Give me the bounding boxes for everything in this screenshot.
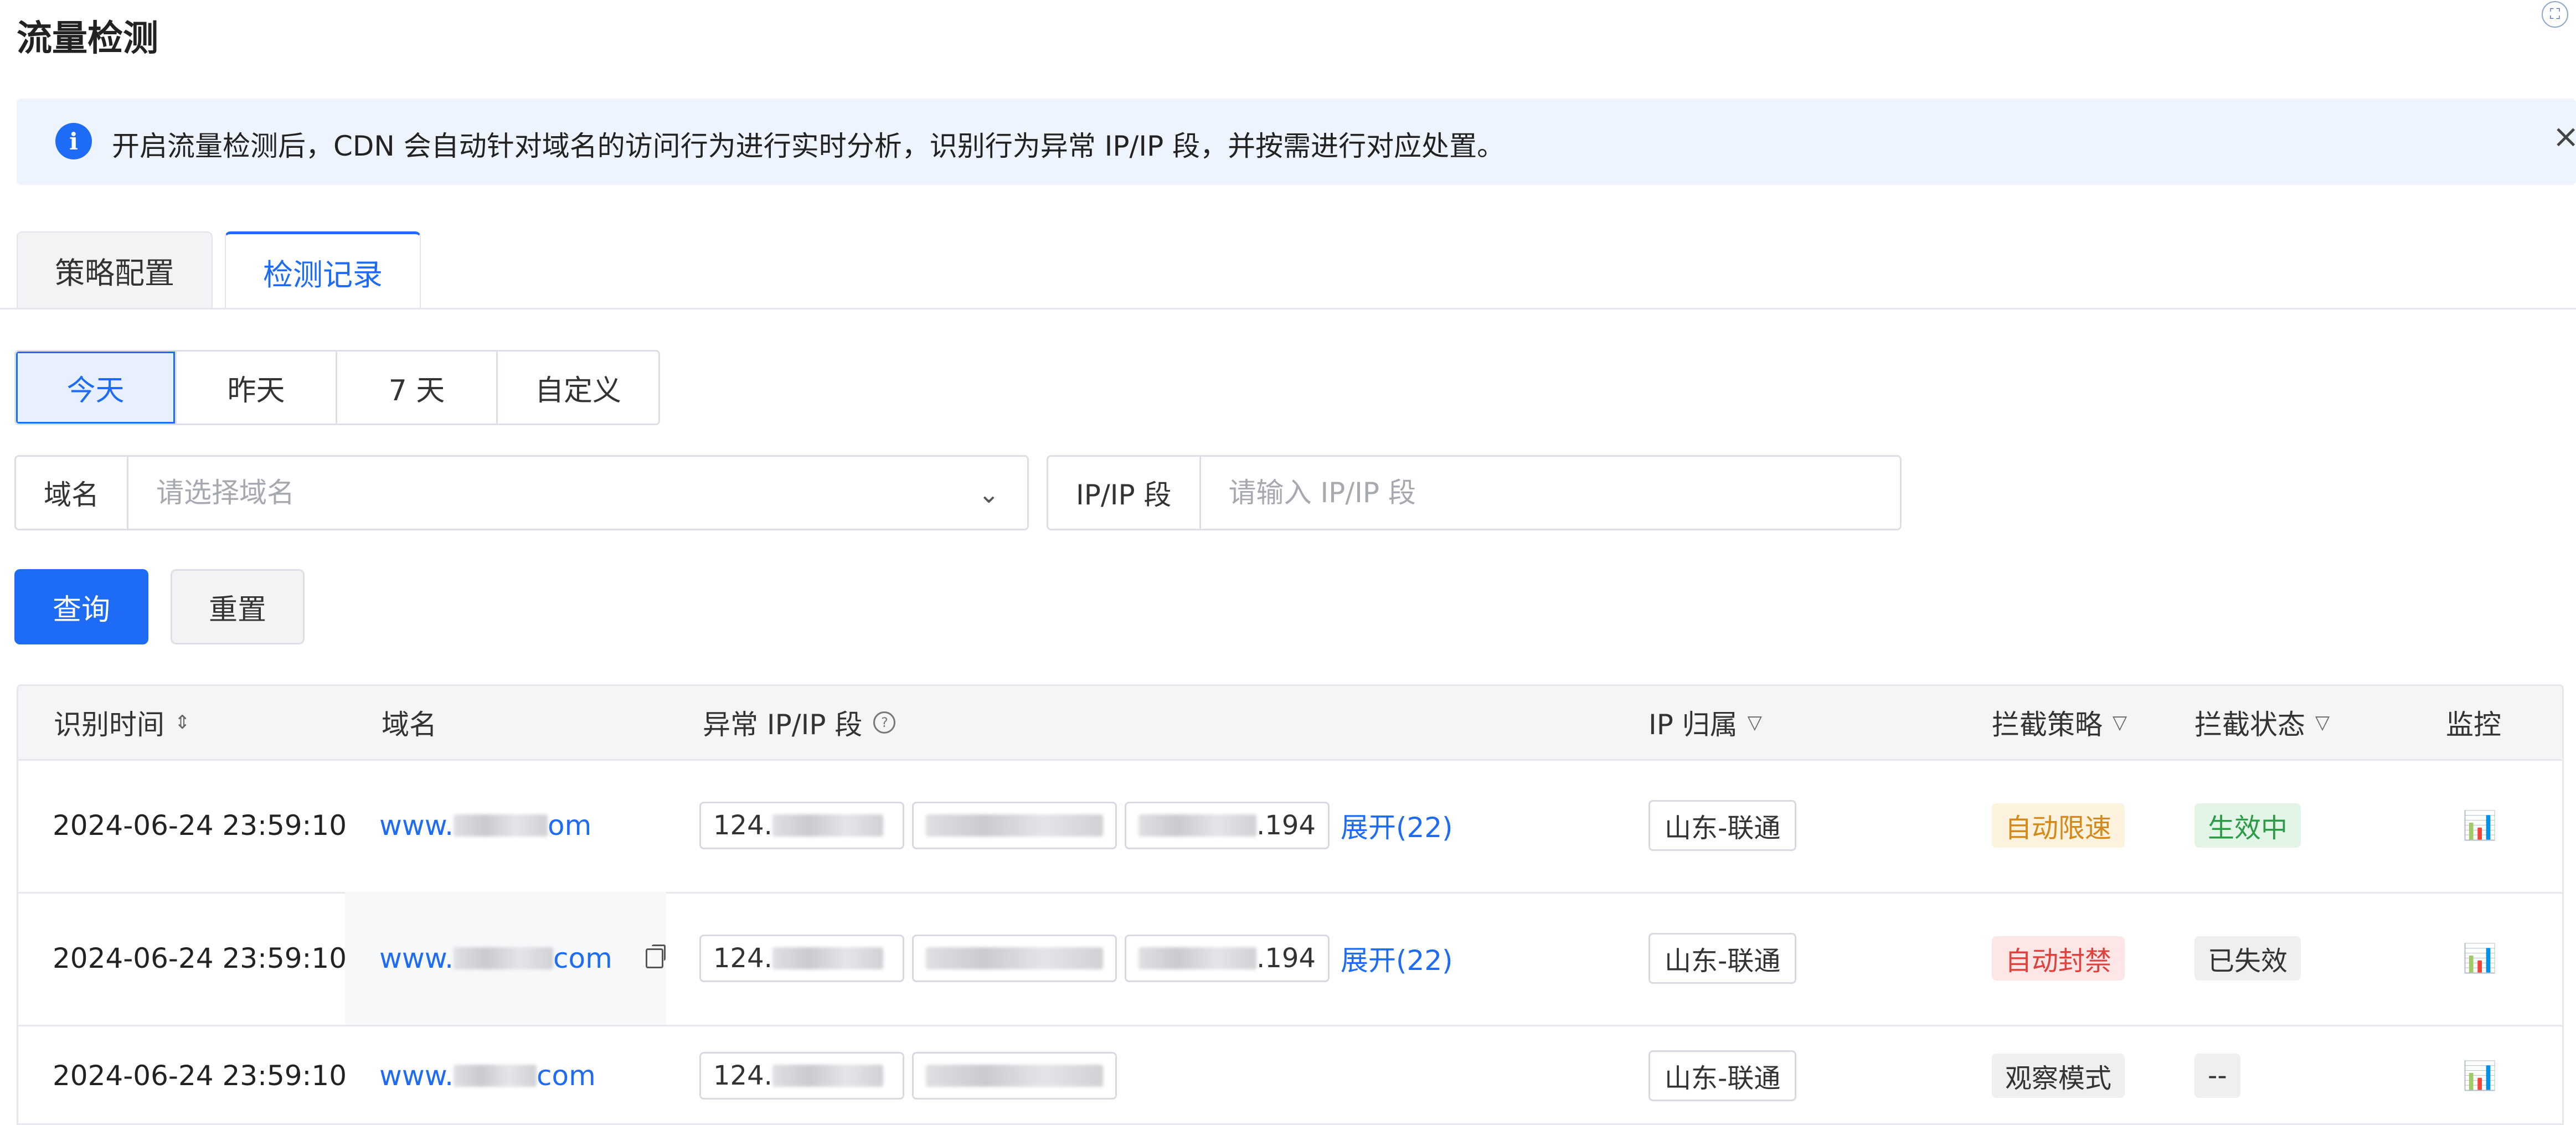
detection-records-table: 识别时间 ⇕ 域名 异常 IP/IP 段 ? IP 归属 ▽ 拦截策略 ▽ 拦截…: [17, 684, 2564, 1125]
ip-filter: IP/IP 段: [1047, 455, 1902, 530]
redacted-text: [772, 947, 883, 969]
filter-icon[interactable]: ▽: [2315, 711, 2330, 734]
row-time: 2024-06-24 23:59:10: [53, 809, 347, 842]
redacted-text: [926, 1065, 1103, 1087]
help-icon[interactable]: ?: [873, 711, 896, 734]
info-icon: i: [55, 123, 92, 159]
row-monitor: 📊: [2462, 892, 2497, 1025]
reset-button[interactable]: 重置: [171, 569, 305, 644]
info-alert: i 开启流量检测后，CDN 会自动针对域名的访问行为进行实时分析，识别行为异常 …: [17, 99, 2576, 185]
bar-chart-icon[interactable]: 📊: [2462, 809, 2497, 842]
expand-ip-link[interactable]: 展开(22): [1341, 806, 1453, 845]
row-block-policy: 自动限速: [1992, 759, 2125, 892]
redacted-text: [1138, 814, 1257, 837]
ip-chip: [912, 802, 1117, 849]
redacted-text: [1138, 947, 1257, 969]
time-range-selector: 今天 昨天 7 天 自定义: [14, 350, 660, 425]
policy-tag: 观察模式: [1992, 1054, 2125, 1098]
status-badge: 生效中: [2194, 803, 2301, 848]
copy-icon[interactable]: [645, 945, 666, 968]
query-button[interactable]: 查询: [14, 569, 148, 644]
table-row: 2024-06-24 23:59:10 www. om 124. .194 展开…: [18, 759, 2562, 894]
close-icon[interactable]: ×: [2552, 117, 2576, 155]
ip-chip: 124.: [699, 1052, 904, 1100]
alert-text: 开启流量检测后，CDN 会自动针对域名的访问行为进行实时分析，识别行为异常 IP…: [112, 130, 1505, 162]
row-monitor: 📊: [2462, 1025, 2497, 1123]
ip-chip: [912, 1052, 1117, 1100]
time-range-7days[interactable]: 7 天: [337, 352, 498, 424]
ip-chip: [912, 935, 1117, 982]
row-domain-link[interactable]: www. com: [345, 892, 666, 1025]
redacted-text: [772, 1065, 883, 1087]
tabs-divider: [0, 308, 2576, 309]
column-header-block-status: 拦截状态 ▽: [2194, 709, 2330, 741]
row-domain-link[interactable]: www. com: [379, 1025, 596, 1123]
row-block-status: 已失效: [2194, 892, 2301, 1025]
row-block-status: 生效中: [2194, 759, 2301, 892]
ip-input[interactable]: [1201, 457, 1900, 529]
column-header-ip: 异常 IP/IP 段 ?: [703, 686, 896, 759]
table-row: 2024-06-24 23:59:10 www. com 124. 山东-联通 …: [18, 1025, 2562, 1123]
redacted-text: [453, 1065, 537, 1087]
time-range-yesterday[interactable]: 昨天: [177, 352, 337, 424]
row-time: 2024-06-24 23:59:10: [53, 1060, 347, 1092]
time-range-custom[interactable]: 自定义: [498, 352, 658, 424]
filter-icon[interactable]: ▽: [1748, 711, 1762, 734]
row-ip-list: 124.: [699, 1025, 1125, 1123]
column-header-time[interactable]: 识别时间 ⇕: [54, 686, 190, 759]
bar-chart-icon[interactable]: 📊: [2462, 1060, 2497, 1092]
tab-detection-records[interactable]: 检测记录: [225, 231, 421, 309]
row-block-policy: 观察模式: [1992, 1025, 2125, 1123]
domain-filter-label: 域名: [16, 457, 128, 529]
time-range-today[interactable]: 今天: [16, 352, 177, 424]
sort-icon[interactable]: ⇕: [174, 711, 190, 734]
column-header-domain: 域名: [382, 709, 437, 741]
chevron-down-icon[interactable]: ⌄: [978, 479, 1000, 509]
redacted-text: [453, 947, 553, 969]
column-header-ip-location: IP 归属 ▽: [1648, 709, 1762, 741]
redacted-text: [453, 814, 548, 837]
expand-ip-link[interactable]: 展开(22): [1341, 938, 1453, 978]
table-header: 识别时间 ⇕ 域名 异常 IP/IP 段 ? IP 归属 ▽ 拦截策略 ▽ 拦截…: [18, 686, 2562, 761]
row-block-policy: 自动封禁: [1992, 892, 2125, 1025]
row-ip-location: 山东-联通: [1648, 759, 1797, 892]
row-ip-list: 124. .194 展开(22): [699, 892, 1453, 1025]
row-domain-link[interactable]: www. om: [379, 759, 591, 892]
redacted-text: [772, 814, 883, 837]
policy-tag: 自动限速: [1992, 803, 2125, 848]
row-block-status: --: [2194, 1025, 2240, 1123]
tab-policy-config[interactable]: 策略配置: [17, 231, 213, 308]
ip-chip: .194: [1125, 802, 1330, 849]
ip-chip: 124.: [699, 802, 904, 849]
redacted-text: [926, 814, 1103, 837]
filter-icon[interactable]: ▽: [2113, 711, 2127, 734]
row-monitor: 📊: [2462, 759, 2497, 892]
fullscreen-icon[interactable]: ⛶: [2542, 1, 2568, 28]
page-title: 流量检测: [17, 18, 158, 59]
domain-filter: 域名 ⌄: [14, 455, 1029, 530]
column-header-block-policy: 拦截策略 ▽: [1992, 709, 2127, 741]
row-ip-location: 山东-联通: [1648, 1025, 1797, 1123]
status-badge: 已失效: [2194, 936, 2301, 980]
redacted-text: [926, 947, 1103, 969]
ip-chip: 124.: [699, 935, 904, 982]
row-ip-location: 山东-联通: [1648, 892, 1797, 1025]
ip-filter-label: IP/IP 段: [1048, 457, 1201, 529]
row-ip-list: 124. .194 展开(22): [699, 759, 1453, 892]
domain-select[interactable]: [128, 457, 1027, 529]
ip-chip: .194: [1125, 935, 1330, 982]
table-row: 2024-06-24 23:59:10 www. com 124. .194 展…: [18, 892, 2562, 1026]
row-time: 2024-06-24 23:59:10: [53, 942, 347, 974]
column-header-monitor: 监控: [2446, 709, 2501, 741]
policy-tag: 自动封禁: [1992, 936, 2125, 980]
status-badge: --: [2194, 1054, 2240, 1098]
bar-chart-icon[interactable]: 📊: [2462, 942, 2497, 975]
